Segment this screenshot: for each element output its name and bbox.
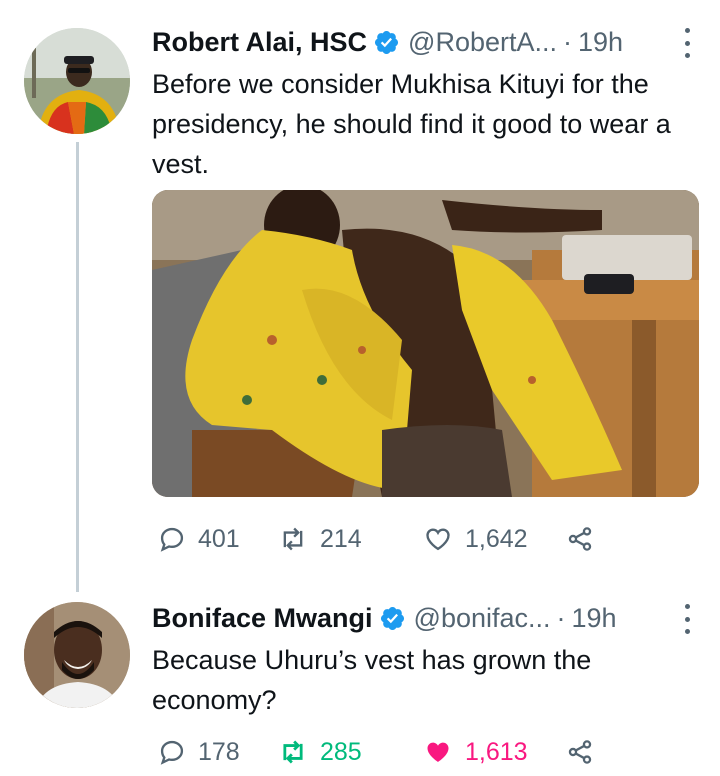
like-count: 1,613: [465, 737, 528, 766]
share-button[interactable]: [565, 525, 595, 553]
media-photo: [152, 190, 699, 497]
author-handle[interactable]: @bonifac...: [414, 603, 551, 634]
avatar[interactable]: [24, 28, 130, 134]
tweet-header: Robert Alai, HSC @RobertA... · 19h: [152, 22, 700, 62]
tweet-media-image[interactable]: [152, 190, 699, 497]
heart-icon: [426, 528, 450, 551]
retweet-button[interactable]: 214: [278, 525, 423, 554]
separator-dot: ·: [556, 602, 566, 633]
tweet-content: Boniface Mwangi @bonifac... · 19h Becaus…: [152, 598, 700, 720]
more-options-icon[interactable]: [682, 28, 692, 58]
tweet-header: Boniface Mwangi @bonifac... · 19h: [152, 598, 700, 638]
share-icon: [568, 740, 592, 764]
avatar-photo: [24, 602, 130, 708]
timestamp[interactable]: 19h: [578, 27, 623, 58]
tweet[interactable]: Boniface Mwangi @bonifac... · 19h Becaus…: [0, 590, 720, 776]
author-name[interactable]: Robert Alai, HSC: [152, 27, 367, 58]
retweet-count: 285: [320, 737, 362, 766]
reply-button[interactable]: 178: [158, 738, 278, 767]
avatar-photo: [24, 28, 130, 134]
thread-line: [76, 142, 79, 592]
share-icon: [568, 527, 592, 551]
more-options-icon[interactable]: [682, 604, 692, 634]
retweet-button[interactable]: 285: [278, 738, 423, 767]
tweet-text: Because Uhuru’s vest has grown the econo…: [152, 645, 592, 715]
share-button[interactable]: [565, 738, 595, 766]
like-count: 1,642: [465, 524, 528, 553]
tweet-content: Robert Alai, HSC @RobertA... · 19h Befor…: [152, 22, 700, 184]
verified-badge-icon: [375, 30, 399, 54]
tweet-actions: 178 285 1,613: [158, 732, 595, 772]
heart-icon: [427, 742, 449, 762]
retweet-icon: [283, 527, 303, 551]
retweet-count: 214: [320, 524, 362, 553]
reply-icon: [160, 527, 184, 552]
timestamp[interactable]: 19h: [572, 603, 617, 634]
author-name[interactable]: Boniface Mwangi: [152, 603, 373, 634]
reply-icon: [160, 740, 184, 765]
tweet[interactable]: Robert Alai, HSC @RobertA... · 19h Befor…: [0, 0, 720, 592]
reply-button[interactable]: 401: [158, 525, 278, 554]
separator-dot: ·: [563, 26, 572, 57]
retweet-icon: [283, 740, 303, 764]
avatar[interactable]: [24, 602, 130, 708]
verified-badge-icon: [380, 606, 404, 630]
like-button[interactable]: 1,642: [423, 525, 565, 554]
like-button[interactable]: 1,613: [423, 738, 565, 767]
tweet-text: Before we consider Mukhisa Kituyi for th…: [152, 69, 671, 179]
reply-count: 178: [198, 737, 240, 766]
author-handle[interactable]: @RobertA...: [408, 27, 557, 58]
tweet-actions: 401 214 1,642: [158, 519, 595, 559]
reply-count: 401: [198, 524, 240, 553]
